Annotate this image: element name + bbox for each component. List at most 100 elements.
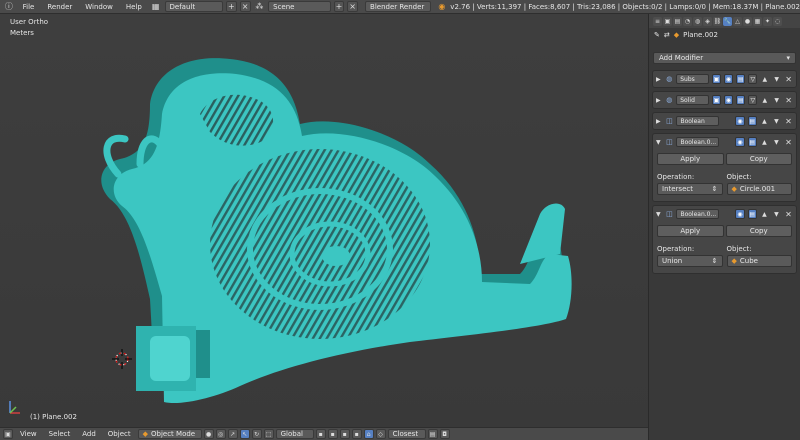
operation-dropdown[interactable]: Intersect ⇕ [657,183,723,195]
menu-render[interactable]: Render [42,0,77,14]
expand-triangle-icon[interactable]: ▶ [656,118,662,125]
remove-modifier-icon[interactable]: ✕ [784,95,793,105]
menu-help[interactable]: Help [121,0,147,14]
layout-selector[interactable]: Default [164,1,224,12]
snap-element-icon[interactable]: ◇ [375,429,386,439]
remove-modifier-icon[interactable]: ✕ [784,137,793,147]
viewport-toggle-icon[interactable]: ▤ [747,116,757,126]
material-tab-icon[interactable]: ● [743,16,752,26]
manipulator-toggle-icon[interactable]: ↗ [227,429,238,439]
viewport-toggle-icon[interactable]: ▤ [736,95,746,105]
texture-tab-icon[interactable]: ▦ [753,16,762,26]
menu-select[interactable]: Select [44,430,76,438]
object-field[interactable]: ◆ Cube [726,255,792,267]
rotate-icon[interactable]: ↻ [251,429,262,439]
move-up-icon[interactable]: ▲ [760,137,769,147]
cage-toggle-icon[interactable]: ▽ [748,74,758,84]
add-layout-button[interactable]: + [226,1,237,12]
move-up-icon[interactable]: ▲ [760,95,769,105]
editor-type-icon[interactable]: ▣ [3,429,13,439]
particles-tab-icon[interactable]: ✦ [763,16,772,26]
menu-add[interactable]: Add [77,430,101,438]
world-tab-icon[interactable]: ◍ [693,16,702,26]
modifier-name-field[interactable]: Boolean [676,116,719,126]
scale-icon[interactable]: ⬚ [263,429,274,439]
object-tab-icon[interactable]: ◈ [703,16,712,26]
modifier-name-field[interactable]: Subs [676,74,709,84]
layers-2-icon[interactable]: ▪ [327,429,338,439]
modifier-name-field[interactable]: Boolean.0... [676,137,719,147]
layers-4-icon[interactable]: ▪ [351,429,362,439]
layers-tab-icon[interactable]: ▤ [673,16,682,26]
translate-icon[interactable]: ↖ [239,429,250,439]
pivot-icon[interactable]: ◎ [215,429,226,439]
pin-icon[interactable]: ✎ [654,31,660,39]
modifiers-tab-icon[interactable]: 🔧 [723,16,732,26]
modifier-name-field[interactable]: Boolean.0... [676,209,719,219]
orientation-selector[interactable]: Global [275,429,314,439]
scene-icon[interactable]: ⁂ [254,2,266,12]
move-down-icon[interactable]: ▼ [772,95,781,105]
remove-layout-button[interactable]: × [239,1,251,12]
render-icon[interactable]: ▤ [427,429,438,439]
render-toggle-icon[interactable]: ◉ [735,116,745,126]
move-up-icon[interactable]: ▲ [760,116,769,126]
object-field[interactable]: ◆ Circle.001 [726,183,792,195]
collapse-triangle-icon[interactable]: ▼ [656,211,662,218]
collapse-triangle-icon[interactable]: ▼ [656,139,662,146]
render-toggle-icon[interactable]: ◉ [735,137,745,147]
viewport-toggle-icon[interactable]: ▤ [736,74,746,84]
apply-button[interactable]: Apply [657,225,724,237]
remove-modifier-icon[interactable]: ✕ [784,209,793,219]
editor-type-properties-icon[interactable]: ≡ [653,16,662,26]
add-modifier-dropdown[interactable]: Add Modifier ▾ [653,52,796,64]
camera-icon[interactable]: ◘ [439,429,450,439]
remove-modifier-icon[interactable]: ✕ [784,74,793,84]
layers-icon[interactable]: ▪ [315,429,326,439]
viewport-toggle-icon[interactable]: ▤ [747,209,757,219]
snap-target-selector[interactable]: Closest [387,429,426,439]
cage-toggle-icon[interactable]: ▽ [748,95,758,105]
scene-selector[interactable]: Scene [268,1,331,12]
layout-icon[interactable]: ▦ [150,2,162,12]
editmode-toggle-icon[interactable]: ▣ [711,95,721,105]
viewport-toggle-icon[interactable]: ▤ [747,137,757,147]
move-down-icon[interactable]: ▼ [772,137,781,147]
expand-triangle-icon[interactable]: ▶ [656,97,662,104]
info-editor-icon[interactable]: ⓘ [3,2,15,12]
mode-selector[interactable]: ◆ Object Mode [137,429,202,439]
snap-magnet-icon[interactable]: ⌂ [363,429,374,439]
data-tab-icon[interactable]: △ [733,16,742,26]
snail-model[interactable] [0,14,648,427]
move-up-icon[interactable]: ▲ [760,74,769,84]
viewport-shading-icon[interactable]: ● [203,429,214,439]
move-down-icon[interactable]: ▼ [772,74,781,84]
render-toggle-icon[interactable]: ◉ [723,74,734,84]
modifier-name-field[interactable]: Solid [676,95,709,105]
menu-object[interactable]: Object [103,430,136,438]
move-down-icon[interactable]: ▼ [772,116,781,126]
3d-viewport[interactable]: User Ortho Meters (1) Plane.002 [0,14,648,427]
menu-window[interactable]: Window [80,0,118,14]
scene-tab-icon[interactable]: ◔ [683,16,692,26]
remove-scene-button[interactable]: × [347,1,359,12]
physics-tab-icon[interactable]: ◌ [773,16,782,26]
menu-file[interactable]: File [18,0,40,14]
render-engine-selector[interactable]: Blender Render [365,1,432,12]
render-toggle-icon[interactable]: ◉ [723,95,734,105]
render-toggle-icon[interactable]: ◉ [735,209,745,219]
copy-button[interactable]: Copy [725,225,792,237]
layers-3-icon[interactable]: ▪ [339,429,350,439]
render-tab-icon[interactable]: ▣ [663,16,672,26]
constraints-tab-icon[interactable]: ⛓ [713,16,722,26]
add-scene-button[interactable]: + [333,1,345,12]
move-up-icon[interactable]: ▲ [760,209,769,219]
editmode-toggle-icon[interactable]: ▣ [711,74,721,84]
apply-button[interactable]: Apply [657,153,724,165]
menu-view[interactable]: View [15,430,42,438]
operation-dropdown[interactable]: Union ⇕ [657,255,723,267]
copy-button[interactable]: Copy [725,153,792,165]
expand-triangle-icon[interactable]: ▶ [656,76,662,83]
remove-modifier-icon[interactable]: ✕ [784,116,793,126]
move-down-icon[interactable]: ▼ [772,209,781,219]
